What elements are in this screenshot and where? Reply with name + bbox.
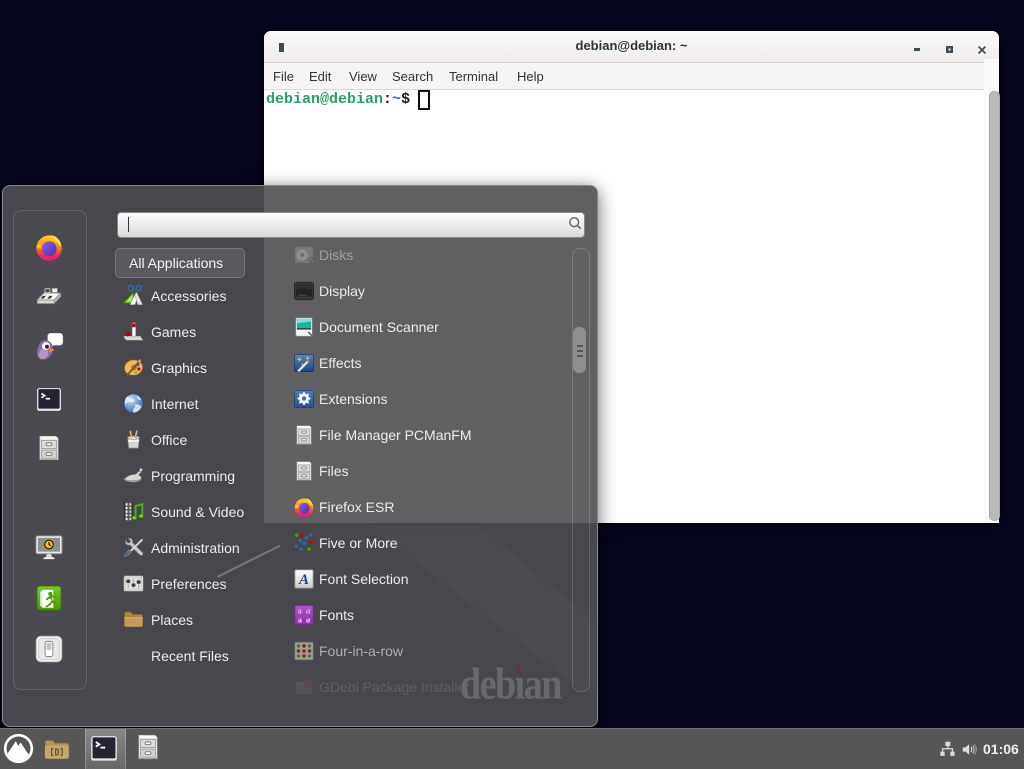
svg-text:a: a bbox=[306, 615, 310, 624]
svg-text:A: A bbox=[298, 572, 309, 588]
svg-text:a: a bbox=[298, 607, 302, 616]
svg-text:a: a bbox=[306, 607, 310, 616]
svg-text:a: a bbox=[298, 615, 302, 624]
